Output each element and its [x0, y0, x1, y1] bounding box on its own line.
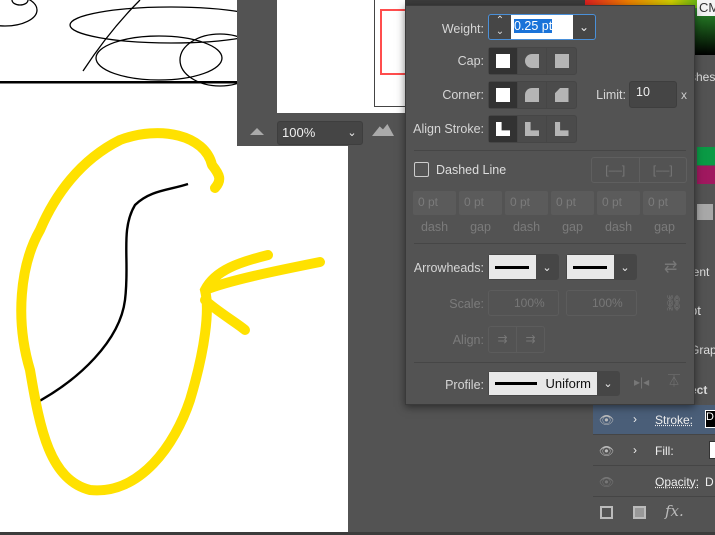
dash-alignment-buttons: [‒‒] [‒‒]	[591, 157, 687, 183]
gap-2-input[interactable]: 0 pt	[551, 191, 594, 215]
miter-join-button[interactable]	[489, 82, 518, 108]
expand-chevron-icon[interactable]: ›	[633, 443, 637, 457]
extend-arrow-tip-button[interactable]: ⇉	[489, 327, 517, 352]
expand-chevron-icon[interactable]: ›	[633, 412, 637, 426]
dash-3-input[interactable]: 0 pt	[597, 191, 640, 215]
stroke-swatch[interactable]: D	[705, 410, 715, 428]
start-scale-input[interactable]: 100%	[488, 290, 559, 316]
weight-dropdown-chevron-icon[interactable]: ⌄	[573, 15, 595, 39]
round-cap-button[interactable]	[518, 48, 547, 74]
start-arrowhead-dropdown[interactable]: ⌄	[488, 254, 559, 280]
cap-buttons	[488, 47, 577, 75]
chevron-down-icon: ⌄	[536, 255, 558, 279]
profile-dropdown[interactable]: Uniform ⌄	[488, 371, 620, 396]
zoom-dropdown-chevron-icon[interactable]: ⌄	[341, 121, 363, 145]
corner-buttons	[488, 81, 577, 109]
add-new-stroke-icon[interactable]	[600, 506, 613, 519]
appearance-row-opacity[interactable]: 👁 Opacity: D	[593, 467, 715, 497]
visibility-eye-icon[interactable]: 👁	[599, 475, 614, 489]
dashed-line-checkbox[interactable]	[414, 162, 429, 177]
link-scale-icon[interactable]: ⛓	[664, 294, 683, 312]
visibility-eye-icon[interactable]: 👁	[599, 413, 614, 427]
chevron-down-icon: ⌄	[614, 255, 636, 279]
appearance-row-fill[interactable]: 👁 › Fill:	[593, 436, 715, 466]
round-join-button[interactable]	[518, 82, 547, 108]
dash-1-input[interactable]: 0 pt	[413, 191, 456, 215]
appearance-row-stroke[interactable]: 👁 › Stroke: D	[593, 405, 715, 435]
fill-swatch[interactable]	[709, 441, 715, 459]
weight-stepper-icon[interactable]: ⌃ ⌄	[489, 15, 511, 39]
weight-input[interactable]: 0.25 pt	[514, 19, 553, 33]
swatch-green[interactable]	[697, 147, 715, 165]
projecting-cap-button[interactable]	[547, 48, 576, 74]
swatch-gray[interactable]	[697, 204, 713, 220]
flip-along-icon[interactable]: ▸|◂	[634, 375, 649, 389]
end-arrowhead-dropdown[interactable]: ⌄	[566, 254, 637, 280]
visibility-eye-icon[interactable]: 👁	[599, 444, 614, 458]
stroke-panel-popup: Weight: ⌃ ⌄ 0.25 pt ⌄ Cap: Corner: Limit:…	[405, 5, 695, 405]
align-dash-corners-button[interactable]: [‒‒]	[640, 158, 687, 182]
add-new-fill-icon[interactable]	[633, 506, 646, 519]
swatch-magenta[interactable]	[697, 166, 715, 184]
dash-2-input[interactable]: 0 pt	[505, 191, 548, 215]
bevel-join-button[interactable]	[547, 82, 576, 108]
swap-arrowheads-icon[interactable]: ⇄	[664, 257, 677, 277]
butt-cap-button[interactable]	[489, 48, 518, 74]
arrow-align-buttons: ⇉ ⇉	[488, 326, 545, 353]
gap-3-input[interactable]: 0 pt	[643, 191, 686, 215]
yellow-highlight-scribble	[16, 128, 325, 496]
align-stroke-inside-button[interactable]	[518, 116, 547, 142]
preserve-dash-button[interactable]: [‒‒]	[592, 158, 640, 182]
chevron-down-icon: ⌄	[597, 372, 619, 395]
align-stroke-outside-button[interactable]	[547, 116, 576, 142]
fx-effects-icon[interactable]: fx.	[665, 502, 684, 520]
miter-limit-input[interactable]: 10	[629, 81, 677, 108]
place-arrow-tip-button[interactable]: ⇉	[517, 327, 544, 352]
navigator-preview[interactable]	[277, 0, 405, 113]
align-stroke-buttons	[488, 115, 577, 143]
weight-field[interactable]: ⌃ ⌄ 0.25 pt ⌄	[488, 14, 596, 40]
gap-1-input[interactable]: 0 pt	[459, 191, 502, 215]
flip-across-icon[interactable]: ⏄	[668, 372, 680, 389]
align-stroke-center-button[interactable]	[489, 116, 518, 142]
end-scale-input[interactable]: 100%	[566, 290, 637, 316]
color-mode-label: CM	[697, 0, 715, 16]
navigator-view-box[interactable]	[380, 9, 405, 75]
